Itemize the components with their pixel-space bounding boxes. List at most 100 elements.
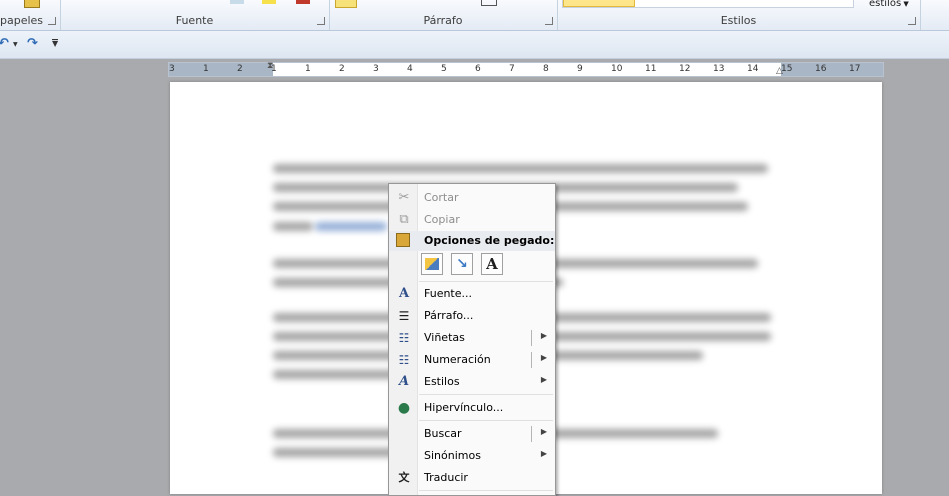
- paste-options-label: Opciones de pegado:: [424, 234, 555, 247]
- selected-style[interactable]: [563, 0, 635, 7]
- menu-item-cut-label: Cortar: [424, 191, 459, 204]
- menu-item-font-label: Fuente...: [424, 287, 473, 300]
- scissors-icon: ✂: [398, 190, 410, 205]
- submenu-arrow-icon: ▶: [540, 375, 547, 384]
- paste-options-header: Opciones de pegado:: [389, 231, 555, 251]
- bullets-icon: ☷: [398, 331, 410, 345]
- styles-group: estilos ▼ Estilos: [557, 0, 921, 30]
- ruler-number: 17: [849, 64, 861, 74]
- blurred-text-line: [273, 164, 768, 173]
- ruler-number: 7: [509, 64, 515, 74]
- paste-merge-formatting-icon[interactable]: ↘: [451, 253, 473, 275]
- submenu-arrow-icon: ▶: [540, 449, 547, 458]
- blurred-hyperlink[interactable]: [315, 222, 387, 231]
- quick-styles-gallery[interactable]: [562, 0, 854, 8]
- menu-item-synonyms[interactable]: Sinónimos ▶: [389, 445, 555, 467]
- ruler-number: 9: [577, 64, 583, 74]
- menu-item-numbering[interactable]: ☷ Numeración ▶: [389, 349, 555, 371]
- shading-icon[interactable]: [335, 0, 357, 8]
- menu-item-search-label: Buscar: [424, 427, 462, 440]
- menu-separator: [419, 420, 553, 421]
- menu-item-bullets-label: Viñetas: [424, 331, 465, 344]
- paste-keep-text-only-icon[interactable]: A: [481, 253, 503, 275]
- submenu-arrow-icon[interactable]: ▶: [541, 427, 547, 436]
- numbering-icon: ☷: [398, 353, 410, 367]
- ribbon: papeles Fuente Párrafo estilos ▼ Estilos: [0, 0, 949, 31]
- ruler-number: 10: [611, 64, 623, 74]
- redo-icon[interactable]: ↷: [27, 36, 38, 51]
- ruler-left-margin: [169, 63, 273, 76]
- font-launcher-icon[interactable]: [317, 17, 325, 25]
- paragraph-icon: ☰: [398, 309, 410, 323]
- menu-item-search[interactable]: Buscar ▶: [389, 423, 555, 445]
- ruler-number: 11: [645, 64, 657, 74]
- menu-item-hyperlink-label: Hipervínculo...: [424, 401, 504, 414]
- copy-icon: ⧉: [399, 212, 409, 227]
- paragraph-launcher-icon[interactable]: [545, 17, 553, 25]
- ruler-number: 6: [475, 64, 481, 74]
- ruler-number: 15: [781, 64, 793, 74]
- font-icon: A: [398, 286, 410, 301]
- menu-item-font[interactable]: A Fuente...: [389, 283, 555, 305]
- clipboard-launcher-icon[interactable]: [48, 17, 56, 25]
- menu-item-translate-label: Traducir: [424, 471, 468, 484]
- ruler-number: 2: [237, 64, 243, 74]
- clipboard-icon: [396, 233, 410, 247]
- menu-item-copy[interactable]: ⧉ Copiar: [389, 209, 555, 231]
- paste-keep-formatting-icon[interactable]: [421, 253, 443, 275]
- menu-item-translate[interactable]: 文 Traducir: [389, 467, 555, 489]
- menu-item-paragraph[interactable]: ☰ Párrafo...: [389, 305, 555, 327]
- editing-group: [921, 0, 949, 30]
- ruler-number: 3: [373, 64, 379, 74]
- horizontal-ruler[interactable]: ⧗ △ 3 1 2 1 1 2 3 4 5 6 7 8 9 10 11 12 13 14 15 16 17: [168, 61, 884, 77]
- font-group: Fuente: [60, 0, 330, 30]
- menu-item-bullets[interactable]: ☷ Viñetas ▶: [389, 327, 555, 349]
- ruler-number: 12: [679, 64, 691, 74]
- format-painter-icon[interactable]: [24, 0, 40, 8]
- ruler-number: 13: [713, 64, 725, 74]
- ruler-number: 14: [747, 64, 759, 74]
- submenu-arrow-icon[interactable]: ▶: [541, 353, 547, 362]
- ruler-number: 2: [339, 64, 345, 74]
- submenu-split: [531, 352, 532, 368]
- submenu-split: [531, 426, 532, 442]
- menu-item-synonyms-label: Sinónimos: [424, 449, 481, 462]
- menu-separator: [419, 281, 553, 282]
- ruler-number: 16: [815, 64, 827, 74]
- undo-icon[interactable]: ↶: [0, 36, 9, 51]
- customize-toolbar-icon[interactable]: ▼: [52, 39, 59, 48]
- menu-item-paragraph-label: Párrafo...: [424, 309, 474, 322]
- paragraph-group-label: Párrafo: [423, 14, 463, 27]
- ruler-number: 1: [305, 64, 311, 74]
- styles-icon: A: [398, 374, 410, 389]
- change-styles-label: estilos: [869, 0, 902, 9]
- submenu-arrow-icon[interactable]: ▶: [541, 331, 547, 340]
- ruler-number: 1: [203, 64, 209, 74]
- paragraph-group: Párrafo: [329, 0, 558, 30]
- menu-item-cut[interactable]: ✂ Cortar: [389, 187, 555, 209]
- quick-access-toolbar: ↶ ▼ ↷ ▼: [0, 31, 949, 59]
- borders-icon[interactable]: [481, 0, 497, 6]
- menu-item-styles[interactable]: A Estilos ▶: [389, 371, 555, 393]
- text-highlight-icon[interactable]: [262, 0, 276, 4]
- change-styles-button[interactable]: estilos ▼: [869, 0, 909, 9]
- ruler-right-margin: [781, 63, 883, 76]
- ruler-number: 1: [271, 64, 277, 74]
- ruler-number: 4: [407, 64, 413, 74]
- translate-icon: 文: [398, 471, 410, 484]
- menu-item-numbering-label: Numeración: [424, 353, 491, 366]
- menu-item-copy-label: Copiar: [424, 213, 460, 226]
- styles-launcher-icon[interactable]: [908, 17, 916, 25]
- menu-item-hyperlink[interactable]: ● Hipervínculo...: [389, 397, 555, 419]
- blurred-text-line: [273, 222, 313, 231]
- dropdown-arrow-icon: ▼: [901, 0, 909, 8]
- font-color-icon[interactable]: [296, 0, 310, 4]
- menu-separator: [419, 490, 553, 491]
- context-menu: ✂ Cortar ⧉ Copiar Opciones de pegado: ↘ …: [388, 183, 556, 496]
- submenu-split: [531, 330, 532, 346]
- font-group-label: Fuente: [175, 14, 214, 27]
- undo-dropdown-icon[interactable]: ▼: [13, 41, 18, 48]
- menu-item-styles-label: Estilos: [424, 375, 460, 388]
- highlight-color-icon[interactable]: [230, 0, 244, 4]
- hyperlink-globe-icon: ●: [397, 400, 411, 416]
